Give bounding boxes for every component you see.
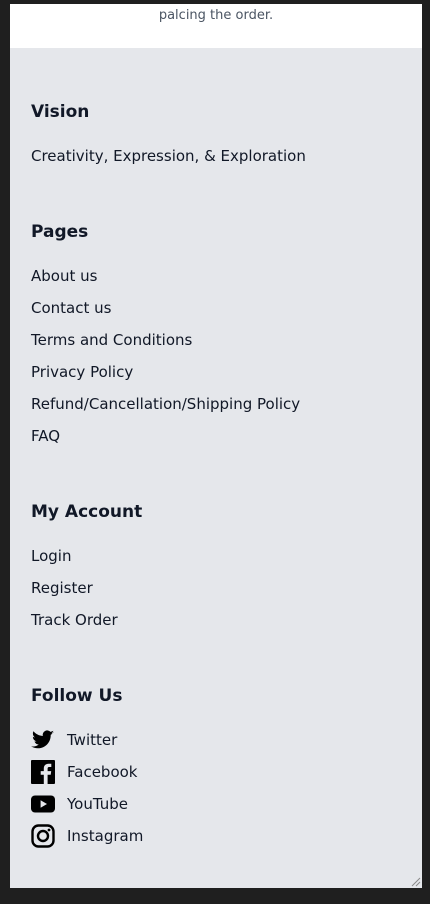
social-facebook-label: Facebook bbox=[67, 763, 138, 781]
social-twitter-label: Twitter bbox=[67, 731, 118, 749]
pages-section: Pages About us Contact us Terms and Cond… bbox=[31, 222, 300, 445]
instagram-icon bbox=[31, 824, 55, 848]
link-login[interactable]: Login bbox=[31, 547, 71, 565]
link-refund-policy[interactable]: Refund/Cancellation/Shipping Policy bbox=[31, 395, 300, 413]
social-instagram-label: Instagram bbox=[67, 827, 144, 845]
follow-section: Follow Us Twitter Facebook YouTube Insta… bbox=[31, 686, 143, 848]
link-terms-and-conditions[interactable]: Terms and Conditions bbox=[31, 331, 192, 349]
content-bottom-area: palcing the order. bbox=[10, 4, 422, 48]
resize-handle-icon[interactable] bbox=[409, 875, 421, 887]
social-youtube-link[interactable]: YouTube bbox=[31, 792, 128, 816]
twitter-icon bbox=[31, 730, 54, 749]
pages-heading: Pages bbox=[31, 222, 89, 242]
vision-heading: Vision bbox=[31, 102, 90, 122]
link-about-us[interactable]: About us bbox=[31, 267, 97, 285]
link-track-order[interactable]: Track Order bbox=[31, 611, 118, 629]
account-section: My Account Login Register Track Order bbox=[31, 502, 143, 629]
social-youtube-label: YouTube bbox=[67, 795, 128, 813]
link-contact-us[interactable]: Contact us bbox=[31, 299, 111, 317]
social-facebook-link[interactable]: Facebook bbox=[31, 760, 137, 784]
social-twitter-link[interactable]: Twitter bbox=[31, 728, 117, 752]
account-heading: My Account bbox=[31, 502, 143, 522]
order-note-text: palcing the order. bbox=[158, 8, 274, 23]
footer-panel: palcing the order. Vision Creativity, Ex… bbox=[10, 4, 422, 888]
link-faq[interactable]: FAQ bbox=[31, 427, 60, 445]
follow-heading: Follow Us bbox=[31, 686, 123, 706]
facebook-icon bbox=[31, 760, 55, 784]
youtube-icon bbox=[31, 795, 55, 813]
vision-text: Creativity, Expression, & Exploration bbox=[31, 147, 306, 165]
link-register[interactable]: Register bbox=[31, 579, 93, 597]
link-privacy-policy[interactable]: Privacy Policy bbox=[31, 363, 133, 381]
social-instagram-link[interactable]: Instagram bbox=[31, 824, 143, 848]
vision-section: Vision Creativity, Expression, & Explora… bbox=[31, 102, 306, 165]
